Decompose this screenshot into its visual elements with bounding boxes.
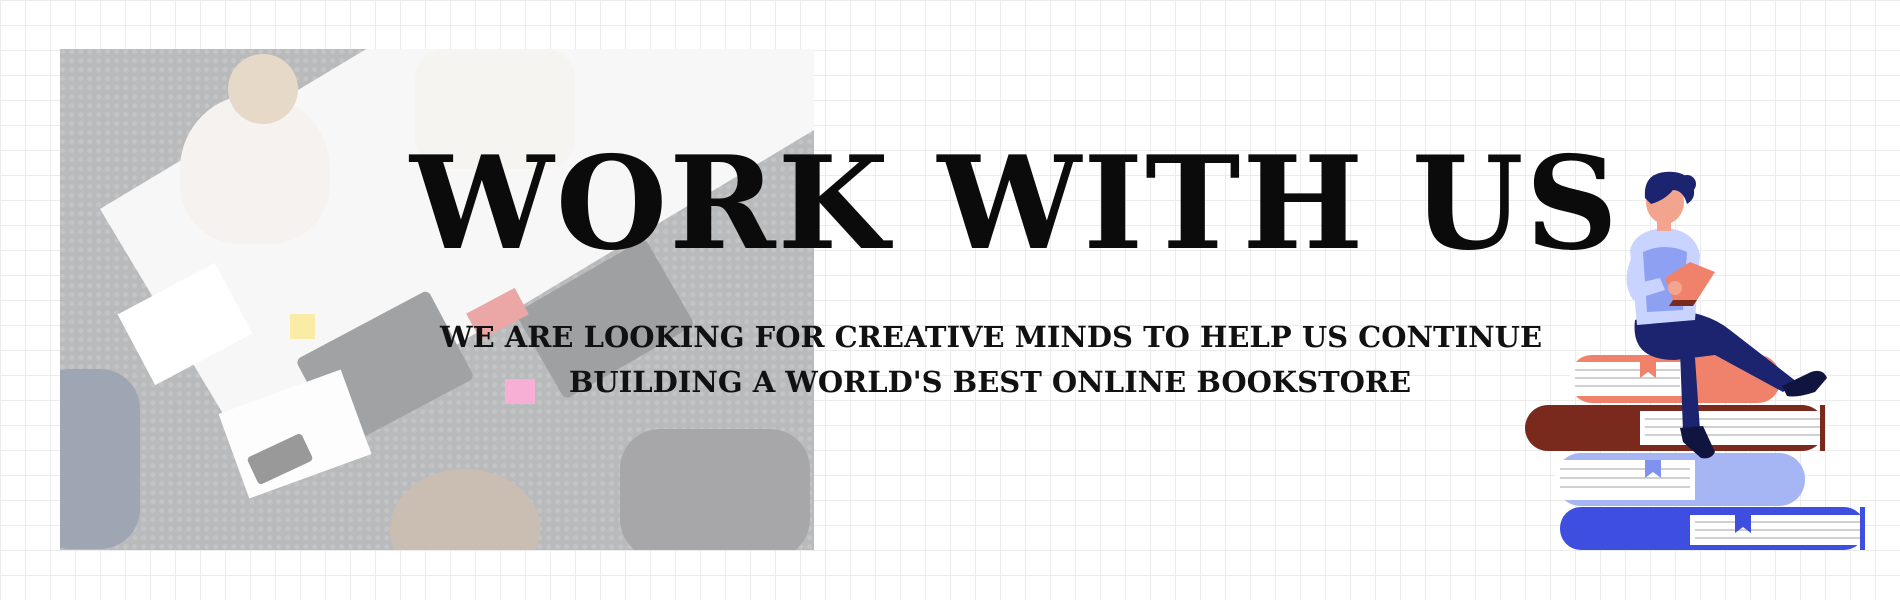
office-team-photo (60, 49, 814, 550)
page-title: WORK WITH US (410, 129, 1620, 279)
person-reading-on-books-illustration (1525, 171, 1865, 550)
subtitle: WE ARE LOOKING FOR CREATIVE MINDS TO HEL… (440, 315, 1543, 405)
photo-white-overlay (60, 49, 814, 550)
work-with-us-banner: WORK WITH US WE ARE LOOKING FOR CREATIVE… (0, 0, 1900, 600)
book-light-blue (1555, 453, 1805, 506)
subtitle-line-1: WE ARE LOOKING FOR CREATIVE MINDS TO HEL… (440, 320, 1543, 354)
book-blue-bottom (1560, 507, 1865, 550)
subtitle-line-2: BUILDING A WORLD'S BEST ONLINE BOOKSTORE (568, 365, 1412, 399)
book-brown (1525, 405, 1825, 451)
